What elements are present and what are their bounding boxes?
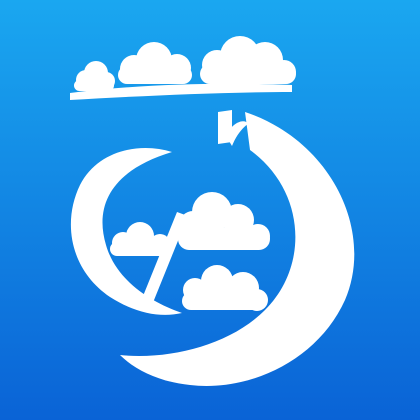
app-icon[interactable] xyxy=(0,0,420,420)
app-icon-graphic xyxy=(0,0,420,420)
